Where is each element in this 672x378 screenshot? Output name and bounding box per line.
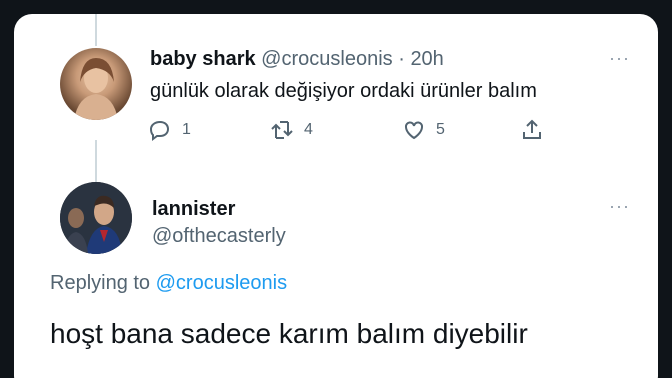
more-options-icon[interactable]: ··· [609,48,630,69]
replying-prefix: Replying to [50,272,151,294]
timestamp[interactable]: 20h [410,48,443,70]
reply-count: 1 [182,121,191,138]
avatar-image [74,58,118,120]
avatar[interactable] [60,48,132,120]
display-name[interactable]: baby shark [150,48,256,70]
avatar[interactable] [60,182,132,254]
heart-icon [402,118,426,142]
reply-button[interactable]: 1 [148,118,191,142]
tweet-text: günlük olarak değişiyor ordaki ürünler b… [150,80,537,102]
retweet-count: 4 [304,121,313,138]
share-icon [520,118,544,142]
thread-line [95,14,97,46]
tweet-text: hoşt bana sadece karım balım diyebilir [50,318,528,349]
share-button[interactable] [520,118,544,142]
display-name[interactable]: lannister [152,198,235,221]
avatar-image [60,182,132,254]
tweet-header: baby shark @crocusleonis · 20h [150,48,444,71]
retweet-button[interactable]: 4 [270,118,313,142]
user-handle[interactable]: @ofthecasterly [152,225,286,248]
separator-dot: · [398,48,405,70]
reply-icon [148,118,172,142]
tweet-card: baby shark @crocusleonis · 20h ··· günlü… [14,14,658,378]
mention-link[interactable]: @crocusleonis [156,272,287,294]
retweet-icon [270,118,294,142]
user-handle[interactable]: @crocusleonis [261,48,392,70]
thread-line [95,140,97,188]
more-options-icon[interactable]: ··· [609,196,630,217]
tweet-actions: 1 4 5 [148,118,548,148]
like-button[interactable]: 5 [402,118,445,142]
replying-to: Replying to @crocusleonis [50,272,287,295]
like-count: 5 [436,121,445,138]
